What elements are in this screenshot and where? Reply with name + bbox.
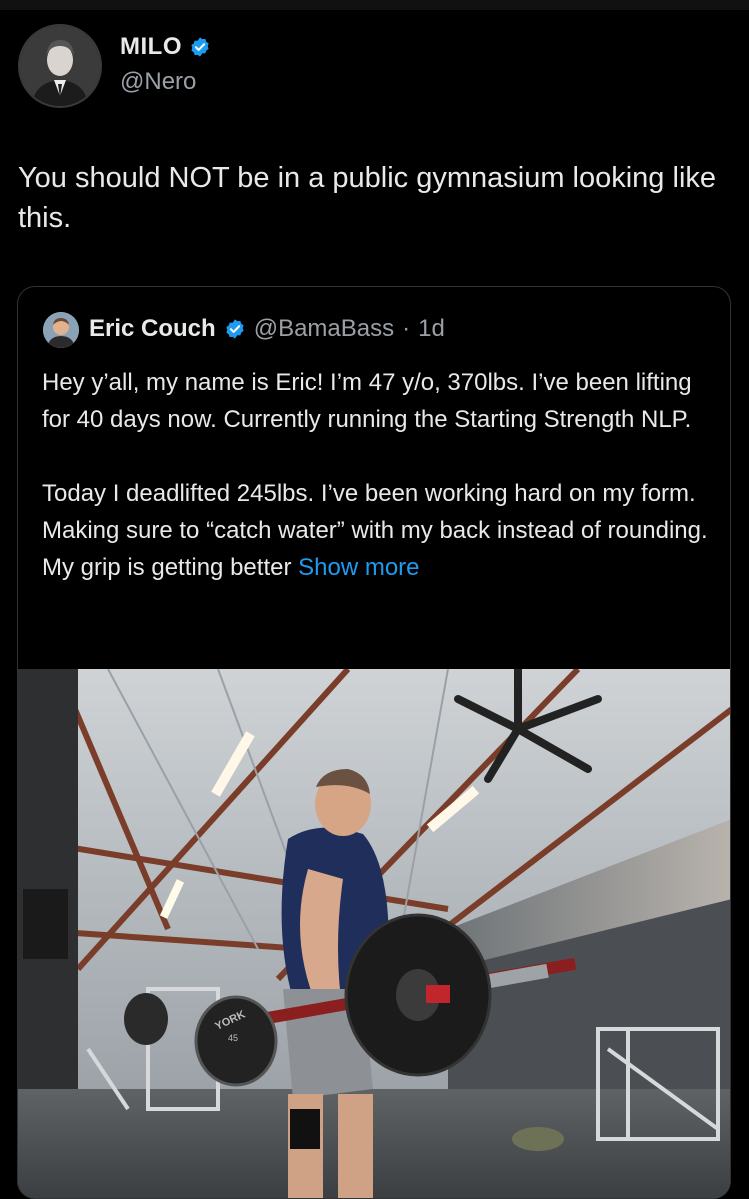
gym-photo: YORK 45 [18,669,730,1198]
avatar-photo [20,26,100,106]
quoted-author-handle[interactable]: @BamaBass [254,315,394,343]
tweet-text: You should NOT be in a public gymnasium … [18,162,717,234]
separator-dot: · [402,315,411,342]
author-handle[interactable]: @Nero [120,68,196,96]
quoted-text: Hey y’all, my name is Eric! I’m 47 y/o, … [42,364,712,586]
quoted-author-name[interactable]: Eric Couch [89,315,216,343]
quoted-tweet-card[interactable]: Eric Couch @BamaBass · 1d Hey y’all, my … [17,286,731,1199]
status-strip [0,0,749,10]
quoted-header: Eric Couch @BamaBass · 1d [89,315,445,343]
verified-badge-icon [191,37,209,57]
author-name[interactable]: MILO [120,33,182,61]
author-row: MILO [120,33,211,61]
avatar[interactable] [18,24,102,108]
show-more-link[interactable]: Show more [298,554,419,581]
verified-badge-icon [226,319,244,339]
quoted-paragraph: Hey y’all, my name is Eric! I’m 47 y/o, … [42,369,692,433]
timestamp[interactable]: 1d [418,315,445,343]
quoted-avatar-photo [43,312,79,348]
quoted-avatar[interactable] [43,312,79,348]
media-image[interactable]: YORK 45 [18,669,730,1198]
plate-weight-text: 45 [228,1033,238,1043]
quoted-paragraph: Today I deadlifted 245lbs. I’ve been wor… [42,475,712,586]
